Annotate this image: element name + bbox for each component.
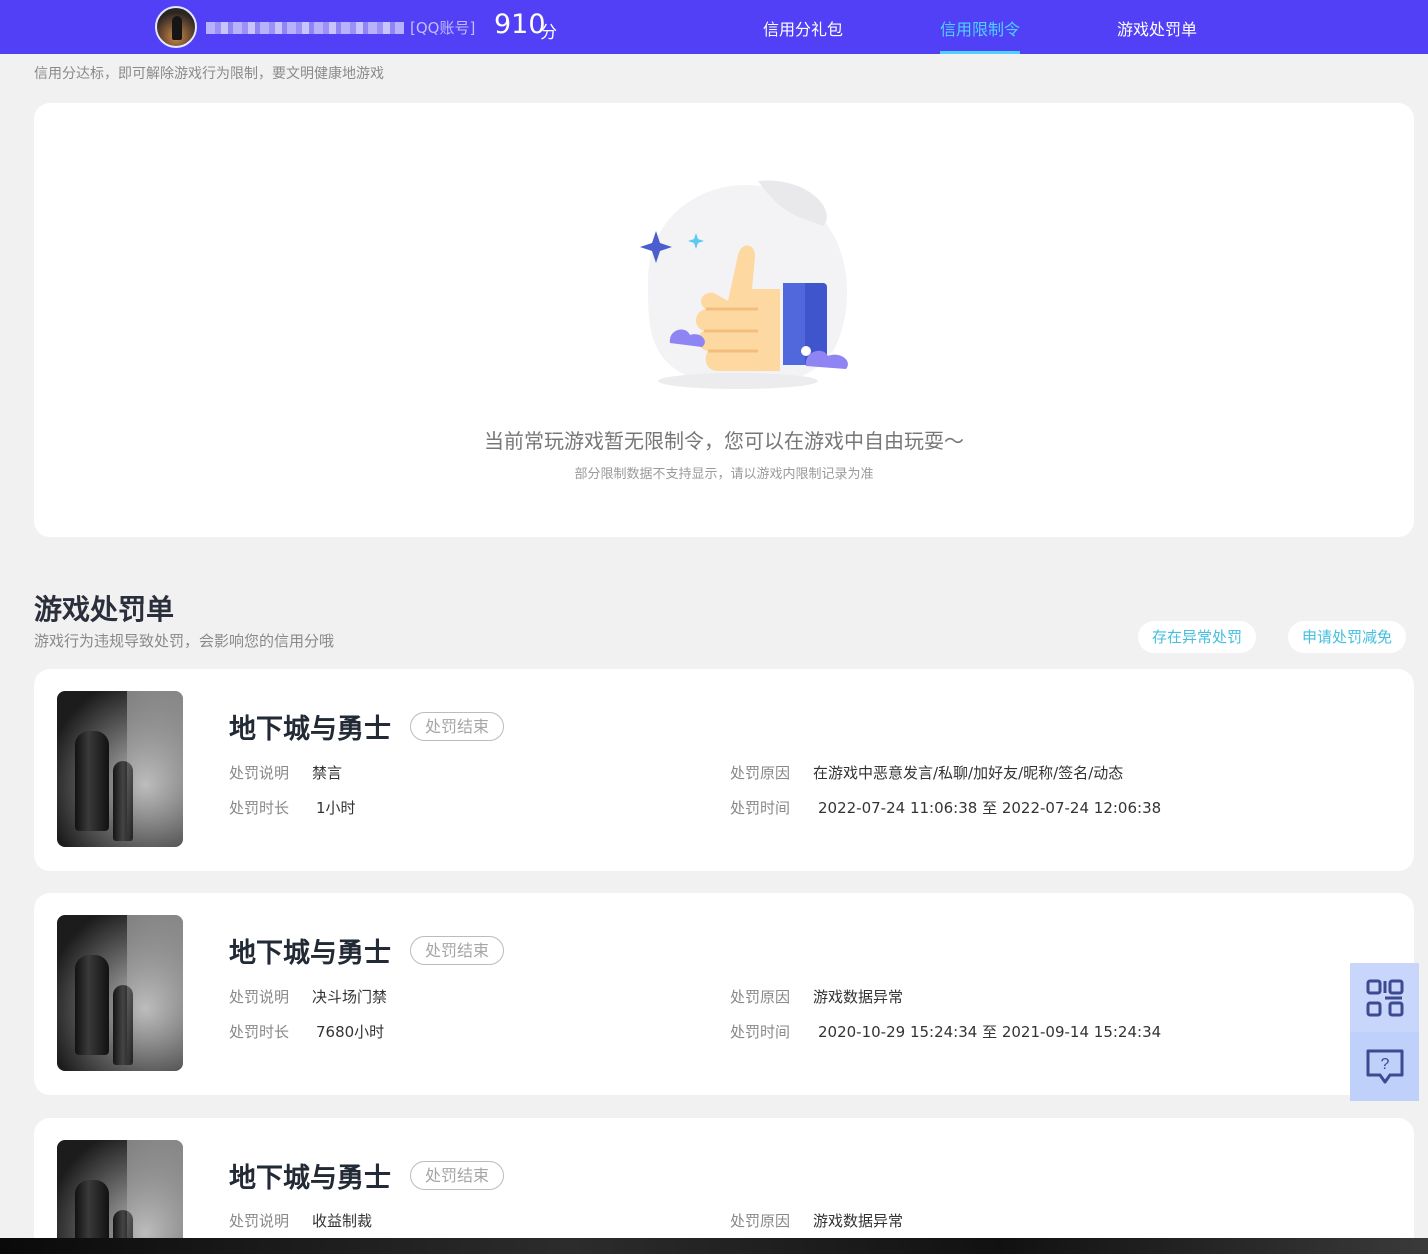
empty-restriction-title: 当前常玩游戏暂无限制令，您可以在游戏中自由玩耍～ xyxy=(484,429,964,453)
top-header: [QQ账号] 910 分 信用分礼包 信用限制令 游戏处罚单 xyxy=(0,0,1428,54)
penalty-duration-label: 处罚时长 xyxy=(229,799,290,817)
thumbs-up-illustration-icon xyxy=(640,180,848,389)
penalty-duration-value: 1小时 xyxy=(316,799,356,817)
game-thumbnail xyxy=(57,915,183,1071)
game-thumbnail xyxy=(57,1140,183,1254)
help-button[interactable]: ? xyxy=(1350,1032,1419,1101)
credit-score: 910 xyxy=(494,9,546,40)
avatar[interactable] xyxy=(155,6,197,48)
restriction-empty-card: 当前常玩游戏暂无限制令，您可以在游戏中自由玩耍～ 部分限制数据不支持显示，请以游… xyxy=(34,103,1414,537)
tab-credit-restriction[interactable]: 信用限制令 xyxy=(940,16,1021,54)
penalty-desc-value: 禁言 xyxy=(312,764,343,782)
penalty-reason-value: 游戏数据异常 xyxy=(813,988,904,1006)
penalty-card: 地下城与勇士 处罚结束 处罚说明 决斗场门禁 处罚时长 7680小时 处罚原因 … xyxy=(34,893,1414,1095)
penalty-time-value: 2022-07-24 11:06:38 至 2022-07-24 12:06:3… xyxy=(818,799,1162,817)
apply-penalty-reduction-button[interactable]: 申请处罚减免 xyxy=(1288,621,1407,653)
penalty-time-value: 2020-10-29 15:24:34 至 2021-09-14 15:24:3… xyxy=(818,1023,1162,1041)
help-chat-icon: ? xyxy=(1366,1049,1403,1083)
penalty-section-subtitle: 游戏行为违规导致处罚，会影响您的信用分哦 xyxy=(34,632,335,650)
empty-restriction-subtitle: 部分限制数据不支持显示，请以游戏内限制记录为准 xyxy=(574,467,874,482)
penalty-status-badge: 处罚结束 xyxy=(410,936,505,965)
tab-game-penalty[interactable]: 游戏处罚单 xyxy=(1117,16,1197,54)
penalty-reason-label: 处罚原因 xyxy=(730,988,791,1006)
penalty-status-badge: 处罚结束 xyxy=(410,712,505,741)
penalty-time-label: 处罚时间 xyxy=(730,799,791,817)
penalty-status-badge: 处罚结束 xyxy=(410,1161,505,1190)
penalty-duration-label: 处罚时长 xyxy=(229,1023,290,1041)
penalty-desc-label: 处罚说明 xyxy=(229,1212,290,1230)
page: [QQ账号] 910 分 信用分礼包 信用限制令 游戏处罚单 信用分达标，即可解… xyxy=(0,0,1428,1254)
penalty-desc-value: 收益制裁 xyxy=(312,1212,373,1230)
penalty-reason-value: 游戏数据异常 xyxy=(813,1212,904,1230)
tab-credit-gift[interactable]: 信用分礼包 xyxy=(763,16,843,54)
penalty-desc-value: 决斗场门禁 xyxy=(312,988,388,1006)
penalty-game-name: 地下城与勇士 xyxy=(229,714,391,745)
game-thumbnail xyxy=(57,691,183,847)
svg-text:?: ? xyxy=(1380,1056,1389,1073)
penalty-time-label: 处罚时间 xyxy=(730,1023,791,1041)
penalty-reason-value: 在游戏中恶意发言/私聊/加好友/昵称/签名/动态 xyxy=(813,764,1124,782)
qr-code-button[interactable] xyxy=(1350,963,1419,1032)
abnormal-penalty-button[interactable]: 存在异常处罚 xyxy=(1138,621,1257,653)
penalty-desc-label: 处罚说明 xyxy=(229,988,290,1006)
penalty-duration-value: 7680小时 xyxy=(316,1023,385,1041)
penalty-reason-label: 处罚原因 xyxy=(730,764,791,782)
credit-score-unit: 分 xyxy=(540,23,557,43)
penalty-game-name: 地下城与勇士 xyxy=(229,938,391,969)
penalty-game-name: 地下城与勇士 xyxy=(229,1163,391,1194)
qr-code-icon xyxy=(1366,979,1403,1016)
penalty-desc-label: 处罚说明 xyxy=(229,764,290,782)
penalty-reason-label: 处罚原因 xyxy=(730,1212,791,1230)
account-type-tag: [QQ账号] xyxy=(410,19,476,37)
restriction-tip: 信用分达标，即可解除游戏行为限制，要文明健康地游戏 xyxy=(34,66,384,82)
masked-account-name xyxy=(206,22,404,34)
bottom-dark-strip xyxy=(0,1238,1428,1254)
penalty-section-title: 游戏处罚单 xyxy=(34,593,175,626)
penalty-card: 地下城与勇士 处罚结束 处罚说明 收益制裁 处罚原因 游戏数据异常 xyxy=(34,1118,1414,1254)
penalty-card: 地下城与勇士 处罚结束 处罚说明 禁言 处罚时长 1小时 处罚原因 在游戏中恶意… xyxy=(34,669,1414,871)
